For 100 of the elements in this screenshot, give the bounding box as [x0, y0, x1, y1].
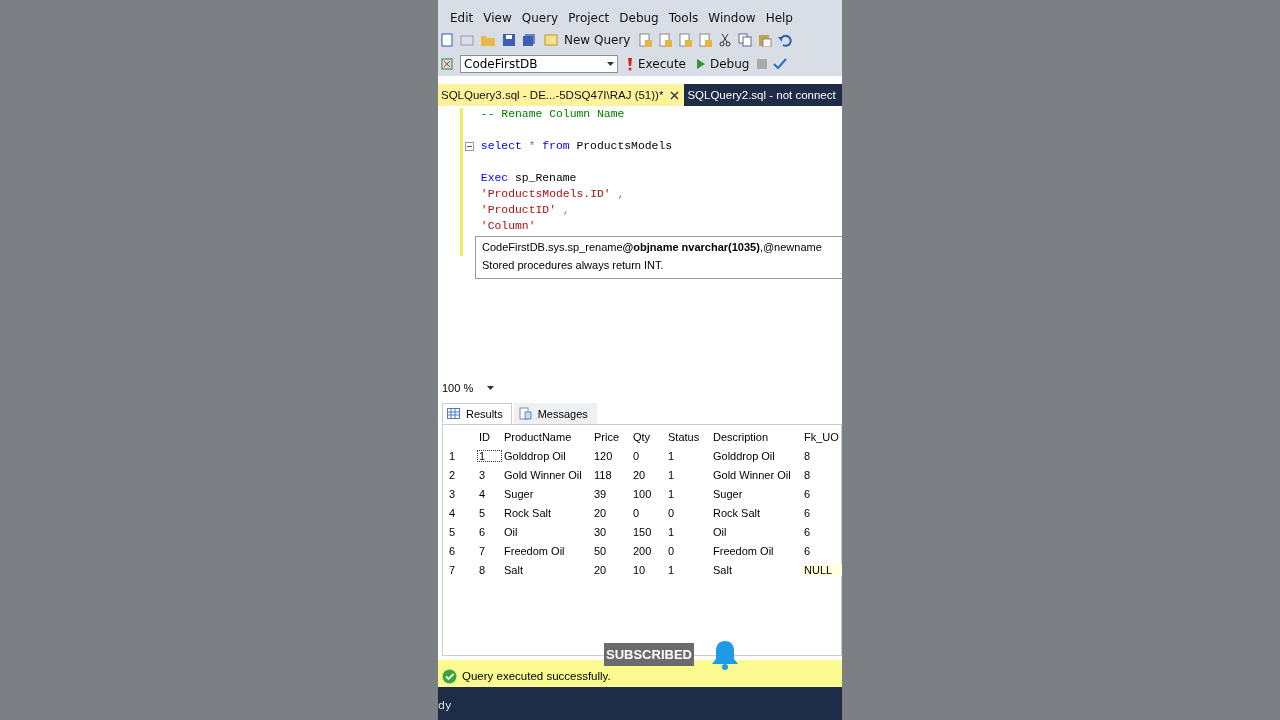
table-cell-text: 150: [632, 525, 653, 538]
stop-icon[interactable]: [757, 59, 768, 69]
column-header[interactable]: ProductName: [502, 430, 592, 443]
table-cell-text: Gold Winner Oil: [503, 468, 583, 481]
table-cell-text: 6: [803, 525, 812, 538]
play-icon: [696, 58, 706, 70]
menu-item[interactable]: View: [483, 11, 512, 25]
document-tab[interactable]: SQLQuery3.sql - DE...-5DSQ47I\RAJ (51))*: [438, 84, 685, 106]
table-cell-text: Salt: [503, 563, 524, 576]
code-token: select: [480, 140, 522, 152]
table-cell-text: 50: [593, 544, 608, 557]
collapse-icon[interactable]: [465, 141, 474, 151]
table-cell-text: 6: [478, 525, 487, 538]
table-cell-text: Golddrop Oil: [712, 449, 776, 462]
close-icon[interactable]: [670, 90, 680, 100]
table-cell-text: 6: [803, 487, 812, 500]
execute-button[interactable]: Execute: [624, 57, 688, 71]
column-header[interactable]: Status: [666, 430, 711, 443]
table-cell-text: Oil: [503, 525, 519, 538]
table-cell-text: 39: [593, 487, 608, 500]
table-cell-text: 0: [632, 449, 641, 462]
table-cell-text: 8: [803, 468, 812, 481]
new-file-icon[interactable]: [440, 33, 454, 47]
database-dropdown[interactable]: CodeFirstDB: [460, 55, 618, 73]
tooltip-text: Stored procedures always return INT.: [482, 258, 665, 273]
table-cell-text: Salt: [712, 563, 733, 576]
table-cell-text: 0: [667, 544, 676, 557]
document-icon[interactable]: [658, 33, 673, 47]
table-cell-text: Gold Winner Oil: [712, 468, 792, 481]
status-bar-text: dy: [438, 699, 452, 712]
copy-icon[interactable]: [738, 33, 753, 47]
dropdown-caret-icon[interactable]: [487, 386, 495, 390]
table-cell-text: 1: [667, 563, 676, 576]
table-cell-text: 100: [632, 487, 653, 500]
table-cell-text: 0: [667, 506, 676, 519]
document-icon[interactable]: [638, 33, 653, 47]
table-cell-text: 1: [667, 525, 676, 538]
code-token: ,: [562, 204, 570, 216]
message-icon: [518, 407, 532, 420]
table-cell-text: Rock Salt: [503, 506, 553, 519]
code-token: Exec: [480, 172, 509, 184]
table-cell-text: Golddrop Oil: [503, 449, 567, 462]
menu-item[interactable]: Debug: [619, 11, 659, 25]
save-icon[interactable]: [502, 33, 516, 47]
cut-icon[interactable]: [718, 33, 733, 47]
code-token: *: [528, 140, 536, 152]
document-icon[interactable]: [678, 33, 693, 47]
table-cell-text: 30: [593, 525, 608, 538]
row-number: 4: [448, 506, 457, 519]
menu-item[interactable]: Help: [765, 11, 793, 25]
table-cell-text: 1: [667, 449, 676, 462]
table-cell-text: 6: [803, 506, 812, 519]
column-header[interactable]: Fk_UO: [802, 430, 842, 443]
table-cell-text: 20: [593, 506, 608, 519]
column-header[interactable]: Price: [592, 430, 631, 443]
success-icon: [442, 668, 457, 684]
connect-icon[interactable]: [440, 57, 454, 71]
table-cell-text: Freedom Oil: [503, 544, 566, 557]
exclamation-icon: [626, 57, 634, 71]
new-query-button[interactable]: New Query: [542, 33, 633, 47]
dropdown-caret-icon: [607, 62, 614, 66]
table-cell-text: 8: [478, 563, 487, 576]
code-token: sp_Rename: [514, 172, 577, 184]
subscribe-badge[interactable]: SUBSCRIBED: [604, 643, 694, 666]
document-icon[interactable]: [698, 33, 713, 47]
results-tab[interactable]: Results: [442, 403, 512, 424]
row-number: 7: [448, 563, 457, 576]
table-cell-text: 6: [803, 544, 812, 557]
menu-item[interactable]: Edit: [450, 11, 474, 25]
results-tab[interactable]: Messages: [513, 403, 597, 424]
table-cell-text: 118: [593, 468, 613, 481]
column-header[interactable]: Qty: [631, 430, 666, 443]
code-token: ,: [617, 188, 625, 200]
table-cell-text: 10: [632, 563, 647, 576]
document-tab[interactable]: SQLQuery2.sql - not connect: [684, 84, 841, 106]
table-cell-text: 8: [803, 449, 812, 462]
debug-button[interactable]: Debug: [694, 57, 752, 71]
code-token: 'Column': [480, 220, 536, 232]
table-cell-text: Rock Salt: [712, 506, 762, 519]
menu-item[interactable]: Tools: [668, 11, 699, 25]
code-token: -- Rename Column Name: [480, 108, 625, 120]
undo-icon[interactable]: [778, 33, 793, 47]
menu-item[interactable]: Window: [708, 11, 756, 25]
table-cell-text: 5: [478, 506, 487, 519]
table-cell-text: 4: [478, 487, 487, 500]
row-number: 3: [448, 487, 457, 500]
paste-icon[interactable]: [758, 33, 773, 47]
column-header[interactable]: Description: [711, 430, 802, 443]
code-token: ProductsModels: [576, 140, 673, 152]
table-cell-text: Suger: [712, 487, 744, 500]
zoom-level[interactable]: 100 %: [442, 382, 474, 394]
save-all-icon[interactable]: [522, 33, 536, 47]
menu-item[interactable]: Project: [568, 11, 610, 25]
menu-item[interactable]: Query: [521, 11, 559, 25]
tooltip-text: CodeFirstDB.sys.sp_rename@objname nvarchar(1035),@newname: [482, 240, 823, 255]
table-cell-text: 1: [667, 487, 676, 500]
table-cell-text: 20: [632, 468, 647, 481]
check-icon[interactable]: [773, 58, 788, 70]
column-header[interactable]: ID: [477, 430, 502, 443]
table-cell-text: 0: [632, 506, 641, 519]
